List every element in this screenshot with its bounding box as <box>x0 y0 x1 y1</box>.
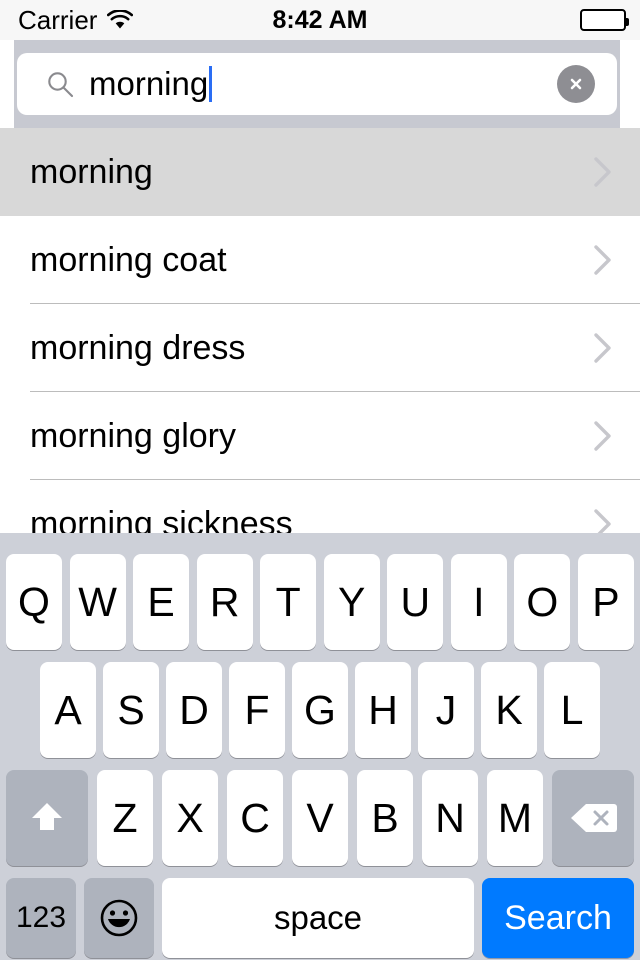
battery-icon <box>580 9 629 31</box>
status-bar: Carrier 8:42 AM <box>0 0 640 40</box>
clear-text-button[interactable] <box>557 65 595 103</box>
suggestion-row[interactable]: morning coat <box>0 216 640 304</box>
status-bar-center: 8:42 AM <box>0 0 640 40</box>
key-k[interactable]: K <box>481 662 537 758</box>
emoji-smiley-icon <box>100 899 138 937</box>
key-z[interactable]: Z <box>97 770 153 866</box>
suggestion-row[interactable]: morning glory <box>0 392 640 480</box>
key-d[interactable]: D <box>166 662 222 758</box>
backspace-delete-icon <box>571 804 617 832</box>
chevron-right-icon[interactable] <box>592 154 614 190</box>
chevron-right-icon[interactable] <box>592 242 614 278</box>
key-g[interactable]: G <box>292 662 348 758</box>
chevron-right-icon[interactable] <box>592 418 614 454</box>
key-f[interactable]: F <box>229 662 285 758</box>
key-n[interactable]: N <box>422 770 478 866</box>
keyboard-row-3: Z X C V B N M <box>0 770 640 866</box>
key-x[interactable]: X <box>162 770 218 866</box>
chevron-right-icon[interactable] <box>592 330 614 366</box>
chevron-right-icon[interactable] <box>592 506 614 533</box>
clock-label: 8:42 AM <box>272 5 368 34</box>
suggestion-row[interactable]: morning dress <box>0 304 640 392</box>
key-s[interactable]: S <box>103 662 159 758</box>
search-icon <box>45 69 75 99</box>
key-o[interactable]: O <box>514 554 571 650</box>
key-i[interactable]: I <box>450 554 507 650</box>
key-e[interactable]: E <box>133 554 190 650</box>
key-c[interactable]: C <box>227 770 283 866</box>
key-y[interactable]: Y <box>323 554 380 650</box>
search-text-zone: morning <box>89 53 213 115</box>
suggestion-label: morning glory <box>30 416 236 455</box>
status-bar-right <box>580 0 629 40</box>
on-screen-keyboard[interactable]: Q W E R T Y U I O P A S D F G H J K L Z … <box>0 533 640 960</box>
key-j[interactable]: J <box>418 662 474 758</box>
search-bar-container: morning <box>14 40 620 128</box>
search-input[interactable]: morning <box>17 53 617 115</box>
key-h[interactable]: H <box>355 662 411 758</box>
shift-up-arrow-icon <box>32 803 62 830</box>
key-a[interactable]: A <box>40 662 96 758</box>
shift-key[interactable] <box>6 770 88 866</box>
key-u[interactable]: U <box>387 554 444 650</box>
keyboard-row-4: 123 space Search <box>0 878 640 958</box>
suggestion-row[interactable]: morning <box>0 128 640 216</box>
suggestion-label: morning dress <box>30 328 246 367</box>
backspace-key[interactable] <box>552 770 634 866</box>
suggestion-label: morning <box>30 152 153 191</box>
iphone-screen: Carrier 8:42 AM morning morning morning … <box>0 0 640 960</box>
key-v[interactable]: V <box>292 770 348 866</box>
key-r[interactable]: R <box>196 554 253 650</box>
suggestion-label: morning sickness <box>30 504 293 534</box>
key-q[interactable]: Q <box>6 554 62 650</box>
text-caret <box>209 66 213 102</box>
search-suggestions-list[interactable]: morning morning coat morning dress morni… <box>0 128 640 533</box>
key-w[interactable]: W <box>69 554 126 650</box>
key-t[interactable]: T <box>260 554 317 650</box>
key-l[interactable]: L <box>544 662 600 758</box>
suggestion-label: morning coat <box>30 240 227 279</box>
search-input-value: morning <box>89 65 209 102</box>
key-p[interactable]: P <box>577 554 634 650</box>
space-key[interactable]: space <box>162 878 474 958</box>
suggestion-row[interactable]: morning sickness <box>0 480 640 533</box>
key-m[interactable]: M <box>487 770 543 866</box>
numbers-key[interactable]: 123 <box>6 878 76 958</box>
key-b[interactable]: B <box>357 770 413 866</box>
search-submit-key[interactable]: Search <box>482 878 634 958</box>
keyboard-row-2: A S D F G H J K L <box>0 662 640 758</box>
emoji-key[interactable] <box>84 878 154 958</box>
keyboard-row-1: Q W E R T Y U I O P <box>0 554 640 650</box>
